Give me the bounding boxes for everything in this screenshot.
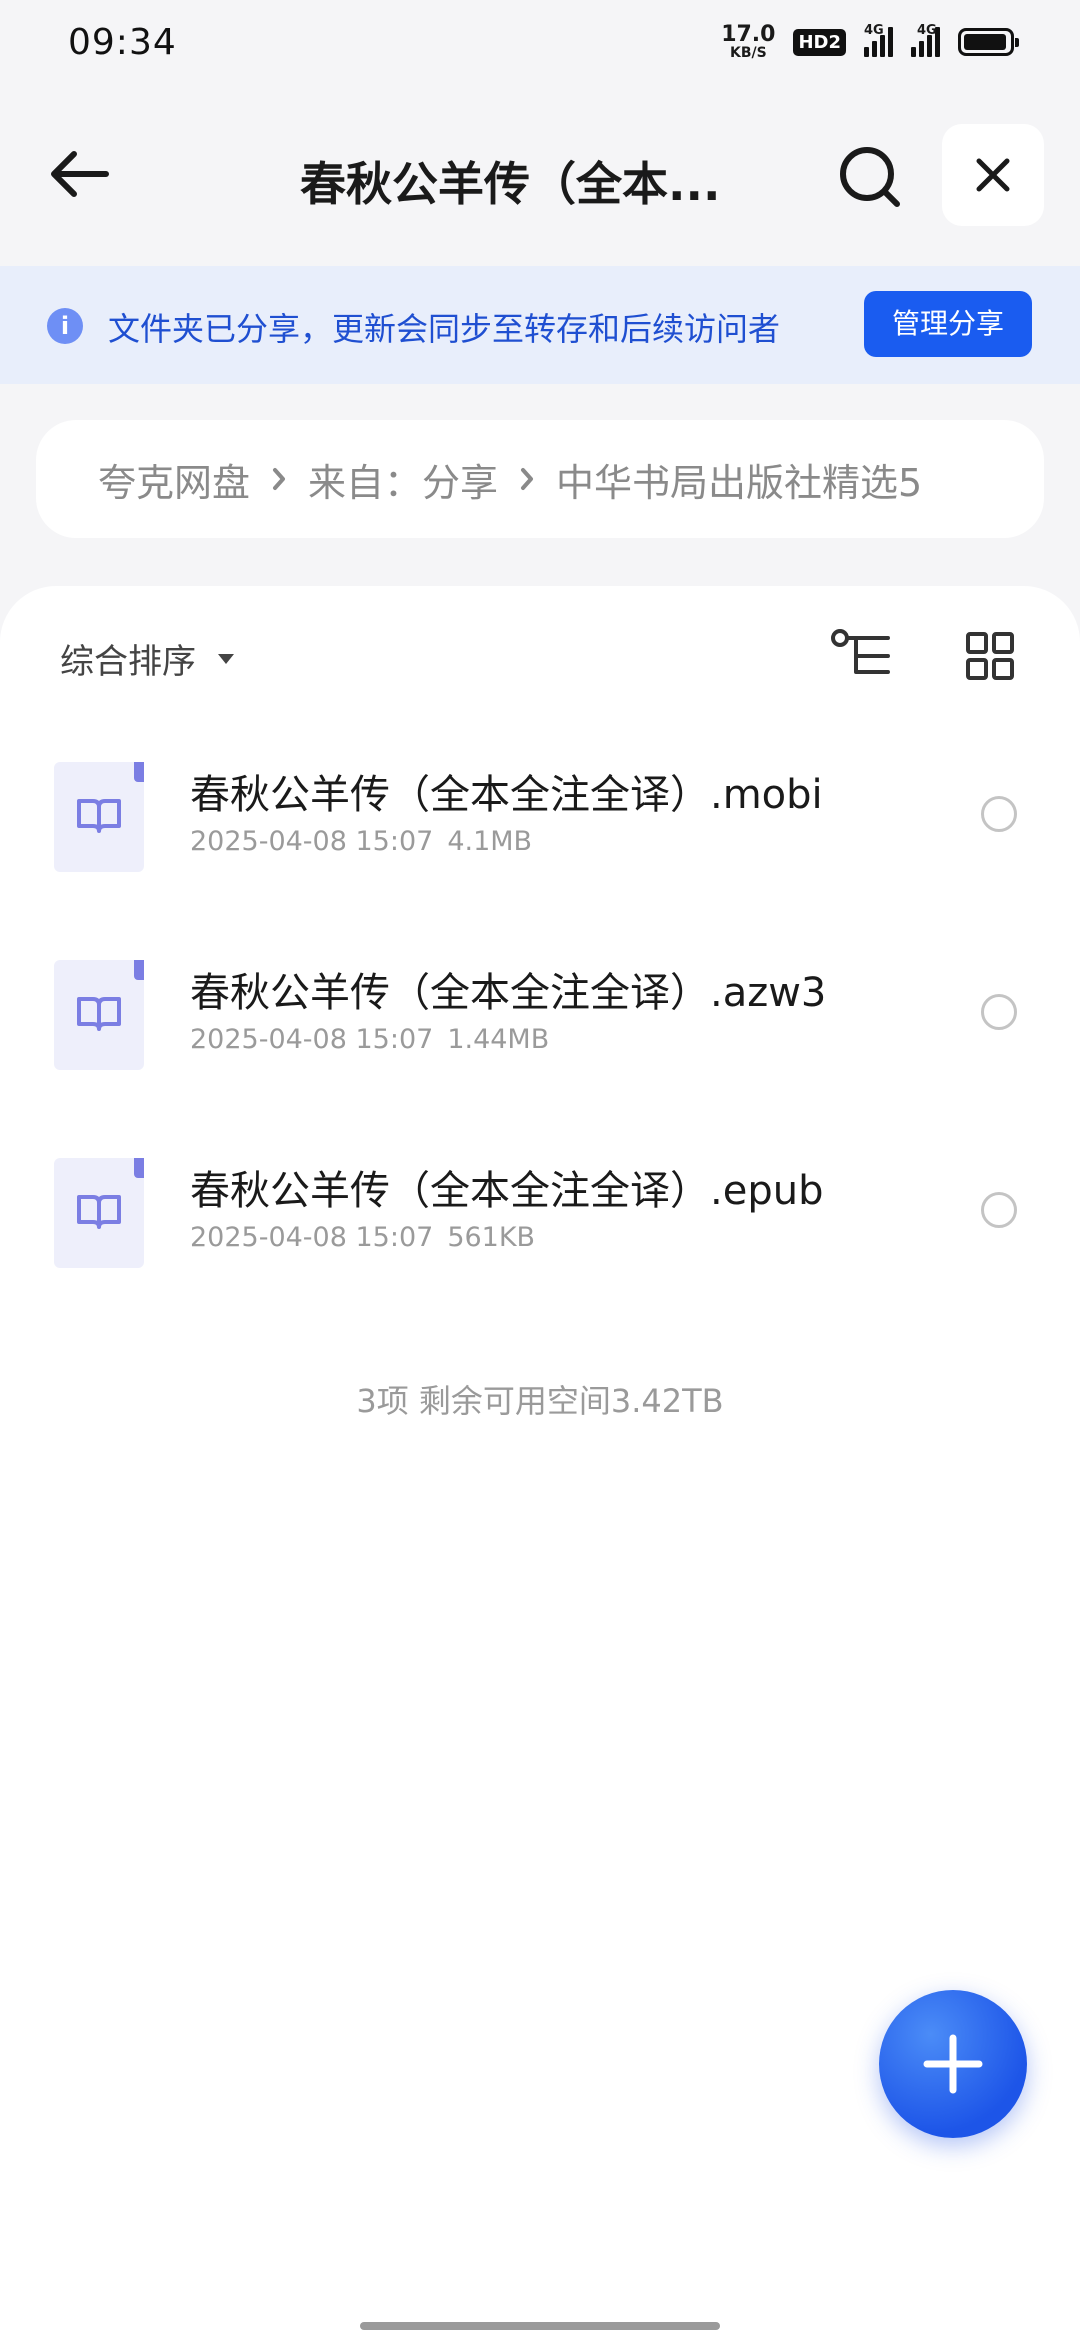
top-app-bar: 春秋公羊传（全本... (0, 120, 1080, 230)
chevron-right-icon (272, 467, 286, 491)
caret-down-icon (218, 653, 234, 664)
file-size: 4.1MB (447, 826, 533, 857)
battery-icon (958, 28, 1019, 56)
close-button[interactable] (942, 124, 1044, 226)
grid-view-button[interactable] (960, 626, 1020, 686)
search-button[interactable] (835, 142, 905, 212)
file-size: 561KB (447, 1222, 536, 1253)
signal-1-icon: 4G (864, 23, 893, 57)
sort-label: 综合排序 (60, 642, 196, 682)
signal-2-tag: 4G (917, 23, 937, 38)
file-meta: 2025-04-08 15:07 1.44MB (190, 1024, 549, 1055)
grid-view-icon (966, 632, 1014, 680)
storage-summary: 3项 剩余可用空间3.42TB (356, 1382, 724, 1420)
network-speed: 17.0 KB/S (721, 22, 776, 61)
breadcrumb-item-current[interactable]: 中华书局出版社精选5 (556, 452, 922, 507)
file-list: 春秋公羊传（全本全注全译）.mobi 2025-04-08 15:07 4.1M… (0, 762, 1080, 1356)
file-name: 春秋公羊传（全本全注全译）.azw3 (190, 970, 827, 1016)
ebook-file-icon (54, 762, 144, 872)
file-meta: 2025-04-08 15:07 561KB (190, 1222, 535, 1253)
ebook-file-icon (54, 960, 144, 1070)
signal-1-tag: 4G (864, 23, 884, 38)
tree-view-button[interactable] (830, 626, 894, 686)
file-date: 2025-04-08 15:07 (190, 826, 434, 857)
back-button[interactable] (44, 144, 114, 204)
sort-dropdown[interactable]: 综合排序 (60, 634, 236, 683)
chevron-right-icon (520, 467, 534, 491)
file-select-radio[interactable] (981, 1192, 1017, 1228)
file-date: 2025-04-08 15:07 (190, 1024, 434, 1055)
arrow-left-icon (51, 151, 109, 197)
status-time: 09:34 (68, 21, 177, 63)
close-icon (976, 158, 1010, 192)
file-select-radio[interactable] (981, 994, 1017, 1030)
file-meta: 2025-04-08 15:07 4.1MB (190, 826, 532, 857)
ebook-file-icon (54, 1158, 144, 1268)
status-bar: 09:34 17.0 KB/S HD2 4G 4G (0, 0, 1080, 84)
file-name: 春秋公羊传（全本全注全译）.epub (190, 1168, 824, 1214)
battery-fill (964, 34, 1006, 50)
plus-icon (923, 2034, 983, 2094)
file-name: 春秋公羊传（全本全注全译）.mobi (190, 772, 823, 818)
manage-share-button[interactable]: 管理分享 (864, 291, 1032, 357)
tree-view-icon (831, 629, 890, 674)
hd-voice-icon: HD2 (793, 28, 846, 56)
share-notice-banner: i 文件夹已分享，更新会同步至转存和后续访问者 管理分享 (0, 266, 1080, 384)
signal-2-icon: 4G (911, 23, 940, 57)
breadcrumb: 夸克网盘 来自：分享 中华书局出版社精选5 (36, 420, 1044, 538)
file-row[interactable]: 春秋公羊传（全本全注全译）.azw3 2025-04-08 15:07 1.44… (0, 960, 1080, 1158)
page-title: 春秋公羊传（全本... (300, 157, 721, 211)
home-indicator[interactable] (360, 2322, 720, 2330)
file-date: 2025-04-08 15:07 (190, 1222, 434, 1253)
network-speed-value: 17.0 (721, 22, 776, 47)
breadcrumb-item-share[interactable]: 来自：分享 (308, 452, 498, 507)
breadcrumb-item-root[interactable]: 夸克网盘 (98, 452, 250, 507)
file-row[interactable]: 春秋公羊传（全本全注全译）.mobi 2025-04-08 15:07 4.1M… (0, 762, 1080, 960)
share-notice-text: 文件夹已分享，更新会同步至转存和后续访问者 (108, 310, 781, 348)
file-size: 1.44MB (447, 1024, 550, 1055)
file-select-radio[interactable] (981, 796, 1017, 832)
file-row[interactable]: 春秋公羊传（全本全注全译）.epub 2025-04-08 15:07 561K… (0, 1158, 1080, 1356)
add-button[interactable] (879, 1990, 1027, 2138)
info-icon: i (47, 308, 83, 344)
search-icon (840, 147, 900, 207)
status-icons: 17.0 KB/S HD2 4G 4G (721, 22, 1019, 61)
network-speed-unit: KB/S (729, 45, 767, 61)
